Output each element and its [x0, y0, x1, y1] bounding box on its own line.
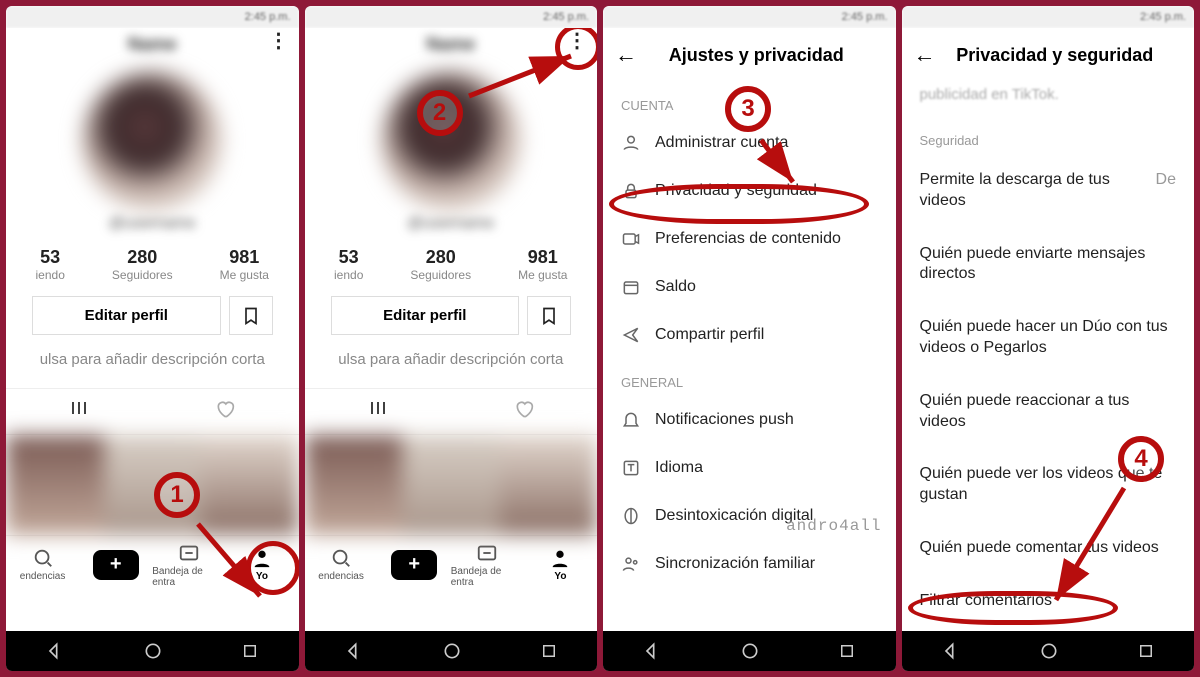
nav-create[interactable]: + — [378, 550, 451, 580]
privacy-title: Privacidad y seguridad — [954, 45, 1183, 66]
bookmark-button[interactable] — [229, 296, 273, 335]
stat-followers[interactable]: 280Seguidores — [112, 247, 173, 282]
row-descarga-videos[interactable]: Permite la descarga de tus videosDe — [902, 154, 1195, 228]
home-icon[interactable] — [1039, 641, 1059, 661]
settings-title: Ajustes y privacidad — [655, 45, 884, 66]
home-icon[interactable] — [442, 641, 462, 661]
screenshot-2: 2:45 p.m. Name ⋮ @username 53iendo 280Se… — [305, 6, 598, 671]
bottom-nav: endencias + Bandeja de entra Yo — [305, 535, 598, 593]
bookmark-button[interactable] — [527, 296, 571, 335]
stat-likes[interactable]: 981Me gusta — [518, 247, 567, 282]
back-button[interactable]: ← — [914, 42, 946, 68]
status-bar: 2:45 p.m. — [902, 6, 1195, 28]
recents-icon[interactable] — [1137, 642, 1155, 660]
username-blurred: @username — [305, 215, 598, 233]
annotation-1: 1 — [154, 472, 200, 518]
row-cuentas-bloqueadas[interactable]: Cuentas bloqueadas — [902, 628, 1195, 631]
edit-profile-button[interactable]: Editar perfil — [32, 296, 221, 335]
profile-tabs — [305, 388, 598, 435]
bio-prompt[interactable]: ulsa para añadir descripción corta — [305, 351, 598, 368]
profile-header: Name ⋮ — [6, 28, 299, 61]
stat-followers[interactable]: 280Seguidores — [410, 247, 471, 282]
username-blurred: @username — [6, 215, 299, 233]
status-bar: 2:45 p.m. — [6, 6, 299, 28]
screenshot-3: 2:45 p.m. ← Ajustes y privacidad CUENTA … — [603, 6, 896, 671]
section-general: GENERAL — [603, 359, 896, 396]
truncated-text: publicidad en TikTok. — [902, 82, 1195, 107]
nav-inbox[interactable]: Bandeja de entra — [451, 542, 524, 588]
row-compartir-perfil[interactable]: Compartir perfil — [603, 311, 896, 359]
stat-following[interactable]: 53iendo — [36, 247, 65, 282]
row-mensajes-directos[interactable]: Quién puede enviarte mensajes directos — [902, 228, 1195, 302]
annotation-2: 2 — [417, 90, 463, 136]
back-icon[interactable] — [642, 641, 662, 661]
screenshot-4: 2:45 p.m. ← Privacidad y seguridad publi… — [902, 6, 1195, 671]
android-navbar — [603, 631, 896, 671]
annotation-3: 3 — [725, 86, 771, 132]
tab-grid[interactable] — [305, 389, 451, 434]
bio-prompt[interactable]: ulsa para añadir descripción corta — [6, 351, 299, 368]
back-button[interactable]: ← — [615, 42, 647, 68]
row-notificaciones[interactable]: Notificaciones push — [603, 396, 896, 444]
row-saldo[interactable]: Saldo — [603, 263, 896, 311]
annotation-arrow-3 — [737, 134, 807, 194]
back-icon[interactable] — [941, 641, 961, 661]
android-navbar — [6, 631, 299, 671]
avatar[interactable] — [82, 71, 222, 211]
more-menu-button[interactable]: ⋮ — [269, 38, 289, 44]
nav-me[interactable]: Yo — [524, 547, 597, 582]
profile-tabs — [6, 388, 299, 435]
status-bar: 2:45 p.m. — [305, 6, 598, 28]
stat-likes[interactable]: 981Me gusta — [220, 247, 269, 282]
android-navbar — [902, 631, 1195, 671]
section-seguridad: Seguridad — [902, 107, 1195, 154]
screenshot-1: 2:45 p.m. Name ⋮ @username 53iendo 280Se… — [6, 6, 299, 671]
row-duo-pegar[interactable]: Quién puede hacer un Dúo con tus videos … — [902, 301, 1195, 375]
privacy-header: ← Privacidad y seguridad — [902, 28, 1195, 82]
profile-stats: 53iendo 280Seguidores 981Me gusta — [6, 247, 299, 282]
home-icon[interactable] — [143, 641, 163, 661]
nav-home[interactable]: endencias — [305, 547, 378, 582]
general-list: Notificaciones push Idioma Desintoxicaci… — [603, 396, 896, 588]
annotation-4: 4 — [1118, 436, 1164, 482]
home-icon[interactable] — [740, 641, 760, 661]
status-bar: 2:45 p.m. — [603, 6, 896, 28]
annotation-arrow-4 — [1038, 482, 1138, 612]
profile-name-blurred: Name — [16, 34, 289, 55]
android-navbar — [305, 631, 598, 671]
row-sincronizacion-familiar[interactable]: Sincronización familiar — [603, 540, 896, 588]
tab-grid[interactable] — [6, 389, 152, 434]
back-icon[interactable] — [344, 641, 364, 661]
recents-icon[interactable] — [838, 642, 856, 660]
edit-profile-button[interactable]: Editar perfil — [331, 296, 520, 335]
nav-create[interactable]: + — [79, 550, 152, 580]
back-icon[interactable] — [45, 641, 65, 661]
tab-liked[interactable] — [451, 389, 597, 434]
annotation-arrow-1 — [188, 514, 278, 614]
annotation-arrow-2 — [461, 48, 591, 108]
recents-icon[interactable] — [540, 642, 558, 660]
recents-icon[interactable] — [241, 642, 259, 660]
settings-header: ← Ajustes y privacidad — [603, 28, 896, 82]
video-grid[interactable] — [305, 435, 598, 535]
nav-home[interactable]: endencias — [6, 547, 79, 582]
profile-stats: 53iendo 280Seguidores 981Me gusta — [305, 247, 598, 282]
watermark: andro4all — [786, 517, 881, 535]
stat-following[interactable]: 53iendo — [334, 247, 363, 282]
row-idioma[interactable]: Idioma — [603, 444, 896, 492]
tab-liked[interactable] — [152, 389, 298, 434]
